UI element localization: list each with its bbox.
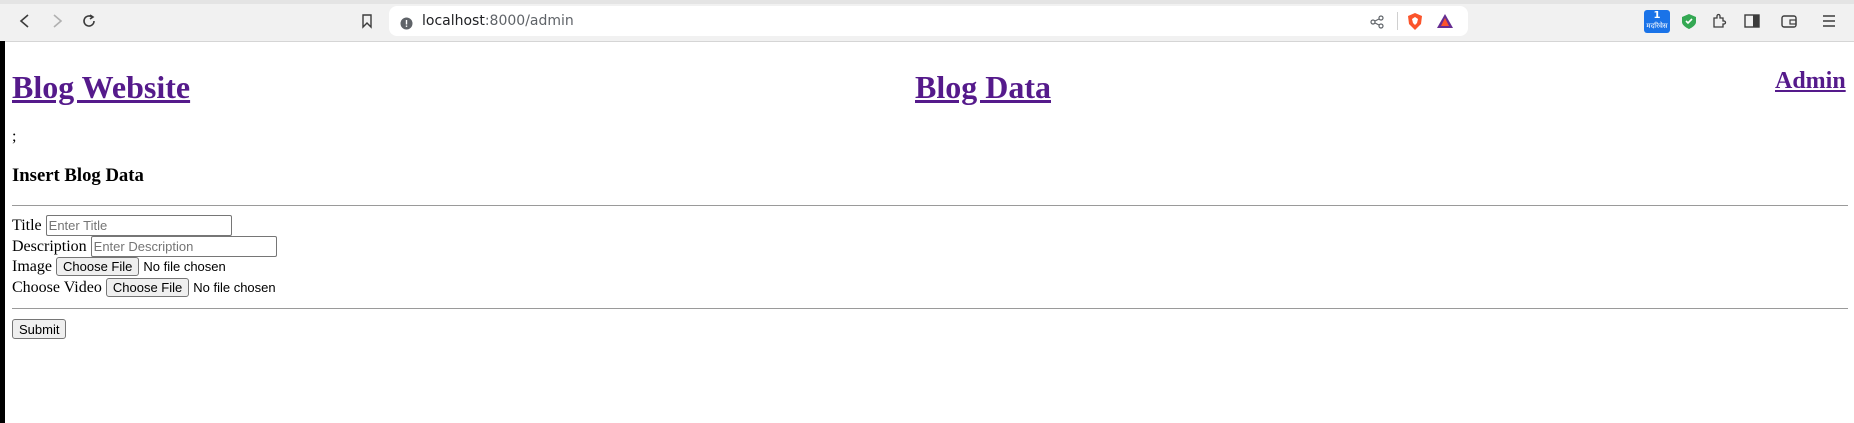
video-file-button[interactable]: Choose File: [105, 278, 190, 297]
url-text: localhost:8000/admin: [422, 13, 574, 29]
divider-top: [12, 205, 1848, 206]
extension-badge-icon[interactable]: 1 मदरिवेस: [1643, 9, 1671, 33]
blog-data-link[interactable]: Blog Data: [915, 69, 1051, 106]
tab-strip: [0, 0, 1854, 4]
share-icon[interactable]: [1370, 14, 1384, 33]
wallet-icon[interactable]: [1778, 10, 1800, 32]
description-row: Description: [12, 236, 277, 257]
extensions-icon[interactable]: [1708, 10, 1730, 32]
description-label: Description: [12, 237, 87, 255]
title-row: Title: [12, 215, 232, 236]
image-label: Image: [12, 257, 52, 275]
divider: [1397, 12, 1398, 30]
url-host: localhost: [422, 13, 485, 29]
video-row: Choose Video Choose File No file chosen: [12, 278, 276, 297]
divider-bottom: [12, 308, 1848, 309]
site-info-icon[interactable]: [400, 15, 413, 34]
badge-count: 1: [1653, 9, 1661, 21]
image-file-button[interactable]: Choose File: [55, 257, 140, 276]
brave-shields-icon[interactable]: [1406, 12, 1424, 35]
brave-rewards-icon[interactable]: [1436, 13, 1454, 33]
description-input[interactable]: [90, 236, 277, 257]
admin-link[interactable]: Admin: [1775, 68, 1846, 95]
form-heading: Insert Blog Data: [12, 165, 144, 186]
stray-semicolon: ;: [12, 128, 17, 145]
reload-icon[interactable]: [78, 10, 100, 32]
image-file-status: No file chosen: [143, 259, 226, 274]
address-bar[interactable]: localhost:8000/admin: [389, 6, 1468, 36]
badge-subtext: मदरिवेस: [1646, 21, 1668, 30]
forward-icon[interactable]: [46, 10, 68, 32]
vpn-shield-icon[interactable]: [1678, 10, 1700, 32]
submit-button[interactable]: Submit: [12, 319, 67, 339]
title-input[interactable]: [45, 215, 232, 236]
image-row: Image Choose File No file chosen: [12, 257, 226, 276]
url-path: :8000/admin: [484, 13, 574, 29]
browser-toolbar: localhost:8000/admin 1 मदरिवेस: [0, 0, 1854, 42]
window-edge: [0, 41, 5, 423]
site-header: Blog Website Blog Data Admin: [12, 41, 1848, 111]
video-label: Choose Video: [12, 278, 102, 296]
sidebar-icon[interactable]: [1741, 10, 1763, 32]
back-icon[interactable]: [14, 10, 36, 32]
video-file-status: No file chosen: [193, 280, 276, 295]
bookmark-icon[interactable]: [356, 10, 378, 32]
site-title-link[interactable]: Blog Website: [12, 69, 190, 106]
title-label: Title: [12, 216, 42, 234]
menu-icon[interactable]: [1818, 10, 1840, 32]
